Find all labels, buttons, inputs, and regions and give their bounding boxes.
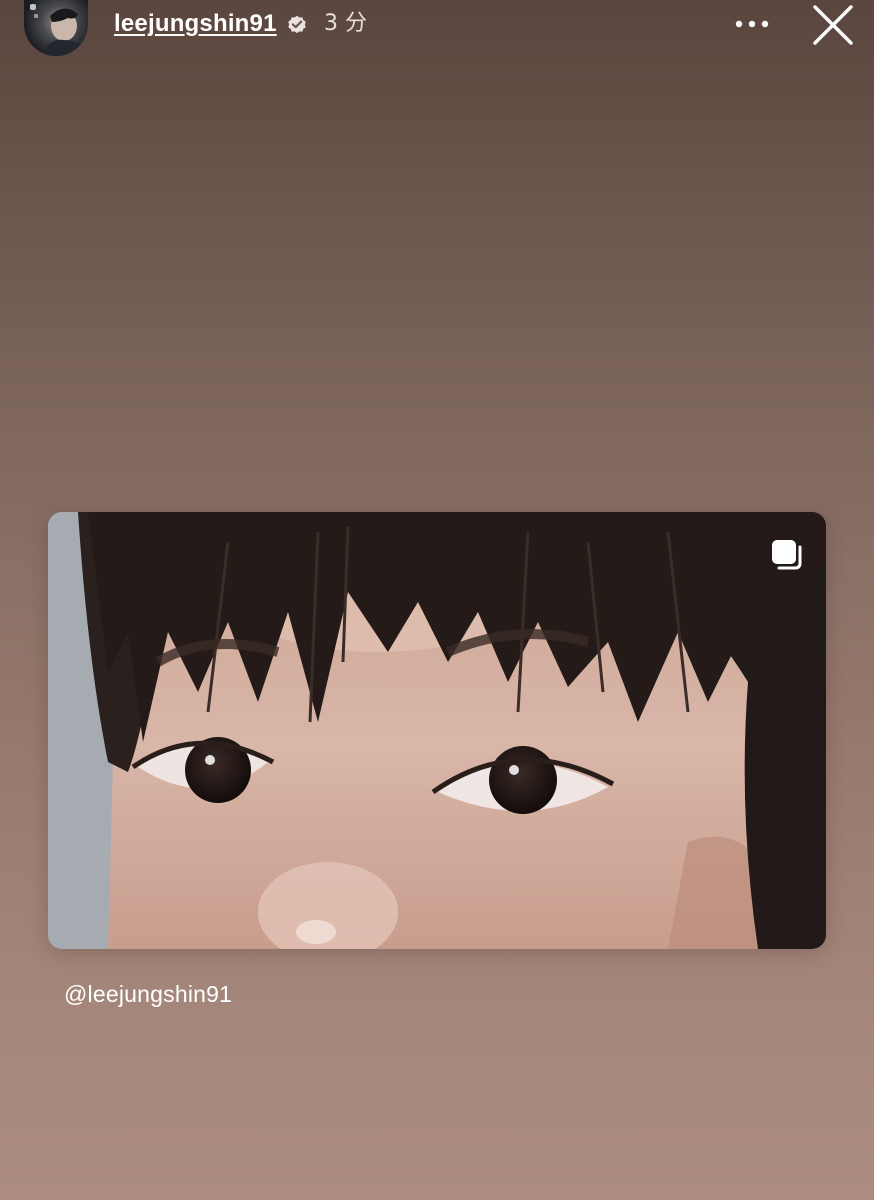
post-photo xyxy=(48,512,826,949)
story-header: leejungshin91 3 分 xyxy=(0,0,874,60)
verified-badge-icon xyxy=(288,15,306,34)
mention-sticker[interactable]: @leejungshin91 xyxy=(64,980,232,1008)
story-timestamp: 3 分 xyxy=(324,11,367,36)
multiple-photos-icon xyxy=(772,540,802,570)
more-options-icon[interactable] xyxy=(732,12,772,36)
username-link[interactable]: leejungshin91 xyxy=(114,10,277,38)
profile-avatar[interactable] xyxy=(24,0,88,56)
shared-post-card[interactable] xyxy=(48,512,826,949)
close-icon[interactable] xyxy=(812,4,854,46)
